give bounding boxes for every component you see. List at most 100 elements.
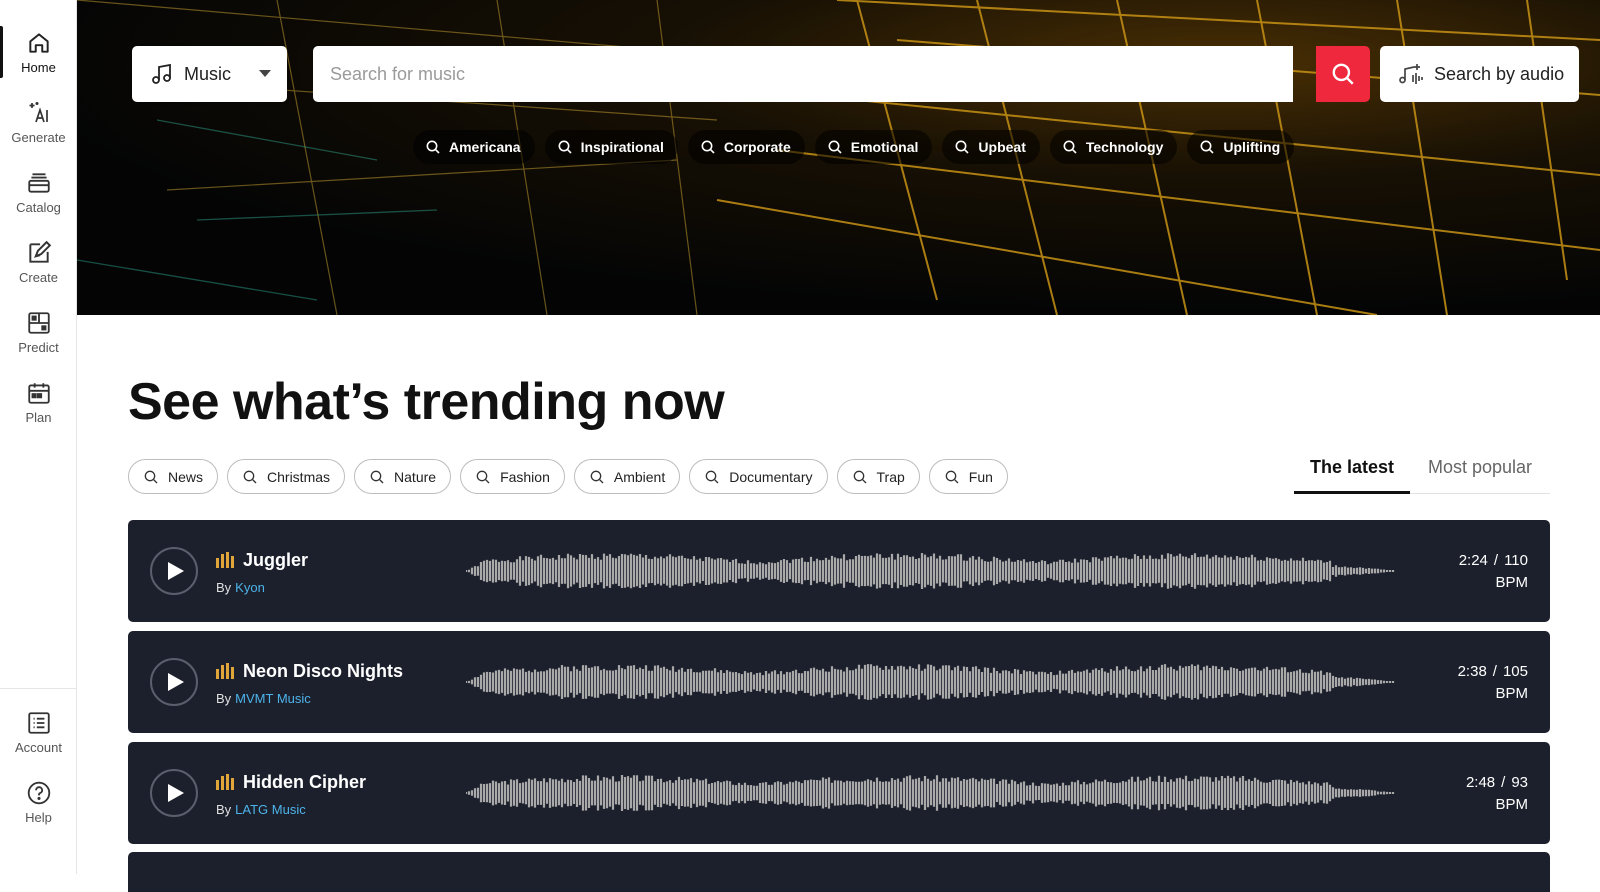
- equalizer-icon: [216, 663, 234, 679]
- filter-chip-nature[interactable]: Nature: [354, 459, 452, 494]
- search-icon: [590, 470, 604, 483]
- waveform[interactable]: [466, 548, 1396, 594]
- sidebar-item-home[interactable]: Home: [0, 26, 77, 88]
- sidebar-item-account[interactable]: Account: [0, 706, 77, 768]
- track-artist-link[interactable]: MVMT Music: [235, 691, 311, 706]
- play-button[interactable]: [150, 658, 198, 706]
- track-meta-separator: /: [1493, 552, 1499, 569]
- list-icon: [27, 712, 50, 734]
- hero-chip-inspirational[interactable]: Inspirational: [544, 130, 678, 164]
- search-icon: [828, 140, 842, 154]
- filter-chip-ambient[interactable]: Ambient: [573, 459, 681, 494]
- track-duration: 2:38: [1457, 663, 1487, 680]
- search-icon: [476, 470, 490, 483]
- hero-chip-emotional[interactable]: Emotional: [814, 130, 933, 164]
- track-bpm-unit: BPM: [1495, 796, 1528, 813]
- waveform[interactable]: [466, 770, 1396, 816]
- filter-chip-label: Fashion: [500, 468, 550, 485]
- play-button[interactable]: [150, 769, 198, 817]
- track-artist-link[interactable]: LATG Music: [235, 802, 306, 817]
- page-title: See what’s trending now: [128, 373, 725, 431]
- track-bpm: 105: [1502, 663, 1528, 680]
- track-row[interactable]: [128, 852, 1550, 892]
- hero-banner: Music Search by audio Americana Inspirat…: [77, 0, 1600, 315]
- search-icon: [144, 470, 158, 483]
- filter-chip-news[interactable]: News: [128, 459, 219, 494]
- music-note-icon: [152, 63, 171, 84]
- home-icon: [28, 33, 49, 53]
- sidebar-item-label: Generate: [11, 130, 66, 145]
- sidebar-item-label: Create: [18, 270, 59, 285]
- hero-chip-upbeat[interactable]: Upbeat: [942, 130, 1040, 164]
- chevron-down-icon: [259, 70, 271, 77]
- filter-chip-label: Christmas: [267, 468, 331, 485]
- equalizer-icon: [216, 774, 234, 790]
- audio-search-icon: [1399, 64, 1423, 84]
- hero-chip-technology[interactable]: Technology: [1049, 130, 1178, 164]
- tab-most-popular[interactable]: Most popular: [1410, 445, 1550, 494]
- track-title[interactable]: Hidden Cipher: [243, 772, 366, 793]
- hero-chip-label: Uplifting: [1223, 139, 1281, 155]
- track-row[interactable]: Hidden Cipher By LATG Music 2:48 / 93 BPM: [128, 742, 1550, 844]
- track-title[interactable]: Neon Disco Nights: [243, 661, 403, 682]
- track-meta-separator: /: [1501, 774, 1506, 791]
- hero-chip-label: Corporate: [723, 139, 791, 155]
- track-row[interactable]: Neon Disco Nights By MVMT Music 2:38 / 105 …: [128, 631, 1550, 733]
- hero-chip-label: Inspirational: [580, 139, 664, 155]
- sidebar-item-generate[interactable]: Generate: [0, 96, 77, 158]
- sidebar-item-predict[interactable]: Predict: [0, 306, 77, 368]
- filter-chip-fashion[interactable]: Fashion: [460, 459, 565, 494]
- ai-sparkle-icon: [29, 102, 48, 123]
- predict-icon: [27, 312, 50, 334]
- sidebar-item-catalog[interactable]: Catalog: [0, 166, 77, 228]
- track-artist-link[interactable]: Kyon: [235, 580, 265, 595]
- search-button[interactable]: [1316, 46, 1370, 102]
- filter-chip-label: Trap: [876, 468, 905, 485]
- sort-tabs: The latest Most popular: [1294, 445, 1550, 494]
- equalizer-icon: [216, 552, 234, 568]
- filter-chip-trap[interactable]: Trap: [836, 459, 920, 494]
- track-row[interactable]: Juggler By Kyon 2:24 / 110 BPM: [128, 520, 1550, 622]
- filter-chip-label: Documentary: [729, 468, 813, 485]
- track-title[interactable]: Juggler: [243, 550, 308, 571]
- hero-suggestion-chips: Americana Inspirational Corporate Emotio…: [413, 130, 1295, 164]
- search-icon: [558, 140, 572, 154]
- search-icon: [370, 470, 384, 483]
- help-icon: [27, 781, 50, 805]
- track-byline: By MVMT Music: [216, 691, 311, 706]
- filter-chip-fun[interactable]: Fun: [928, 459, 1008, 494]
- search-icon: [853, 470, 866, 483]
- hero-chip-corporate[interactable]: Corporate: [687, 130, 805, 164]
- filter-chip-label: Ambient: [613, 468, 666, 485]
- sidebar-item-plan[interactable]: Plan: [0, 376, 77, 438]
- sidebar-divider: [0, 688, 77, 689]
- search-icon: [1332, 63, 1354, 85]
- search-icon: [945, 470, 959, 483]
- play-icon: [167, 784, 184, 802]
- play-button[interactable]: [150, 547, 198, 595]
- waveform[interactable]: [466, 659, 1396, 705]
- tab-the-latest[interactable]: The latest: [1294, 445, 1410, 494]
- filter-chip-christmas[interactable]: Christmas: [227, 459, 346, 494]
- search-by-audio-button[interactable]: Search by audio: [1380, 46, 1579, 102]
- search-icon: [1200, 140, 1214, 154]
- search-by-audio-label: Search by audio: [1434, 63, 1565, 84]
- sidebar-item-label: Predict: [18, 340, 59, 355]
- hero-chip-label: Upbeat: [978, 139, 1026, 155]
- search-icon: [426, 140, 440, 154]
- track-bpm-unit: BPM: [1495, 574, 1528, 591]
- track-bpm: 110: [1504, 552, 1528, 569]
- hero-chip-uplifting[interactable]: Uplifting: [1187, 130, 1295, 164]
- search-input[interactable]: [330, 63, 1210, 85]
- track-by-label: By: [216, 802, 232, 817]
- filter-chip-label: Fun: [968, 468, 993, 485]
- hero-chip-americana[interactable]: Americana: [413, 130, 535, 164]
- search-type-label: Music: [184, 63, 232, 84]
- sidebar-item-create[interactable]: Create: [0, 236, 77, 298]
- trending-filter-chips: News Christmas Nature Fashion Ambient Do…: [128, 459, 1008, 494]
- search-type-select[interactable]: Music: [132, 46, 287, 102]
- hero-chip-label: Technology: [1085, 139, 1164, 155]
- filter-chip-documentary[interactable]: Documentary: [689, 459, 828, 494]
- sidebar-item-help[interactable]: Help: [0, 776, 77, 838]
- sidebar: Home Generate Catalog Create Predict Pla…: [0, 0, 77, 874]
